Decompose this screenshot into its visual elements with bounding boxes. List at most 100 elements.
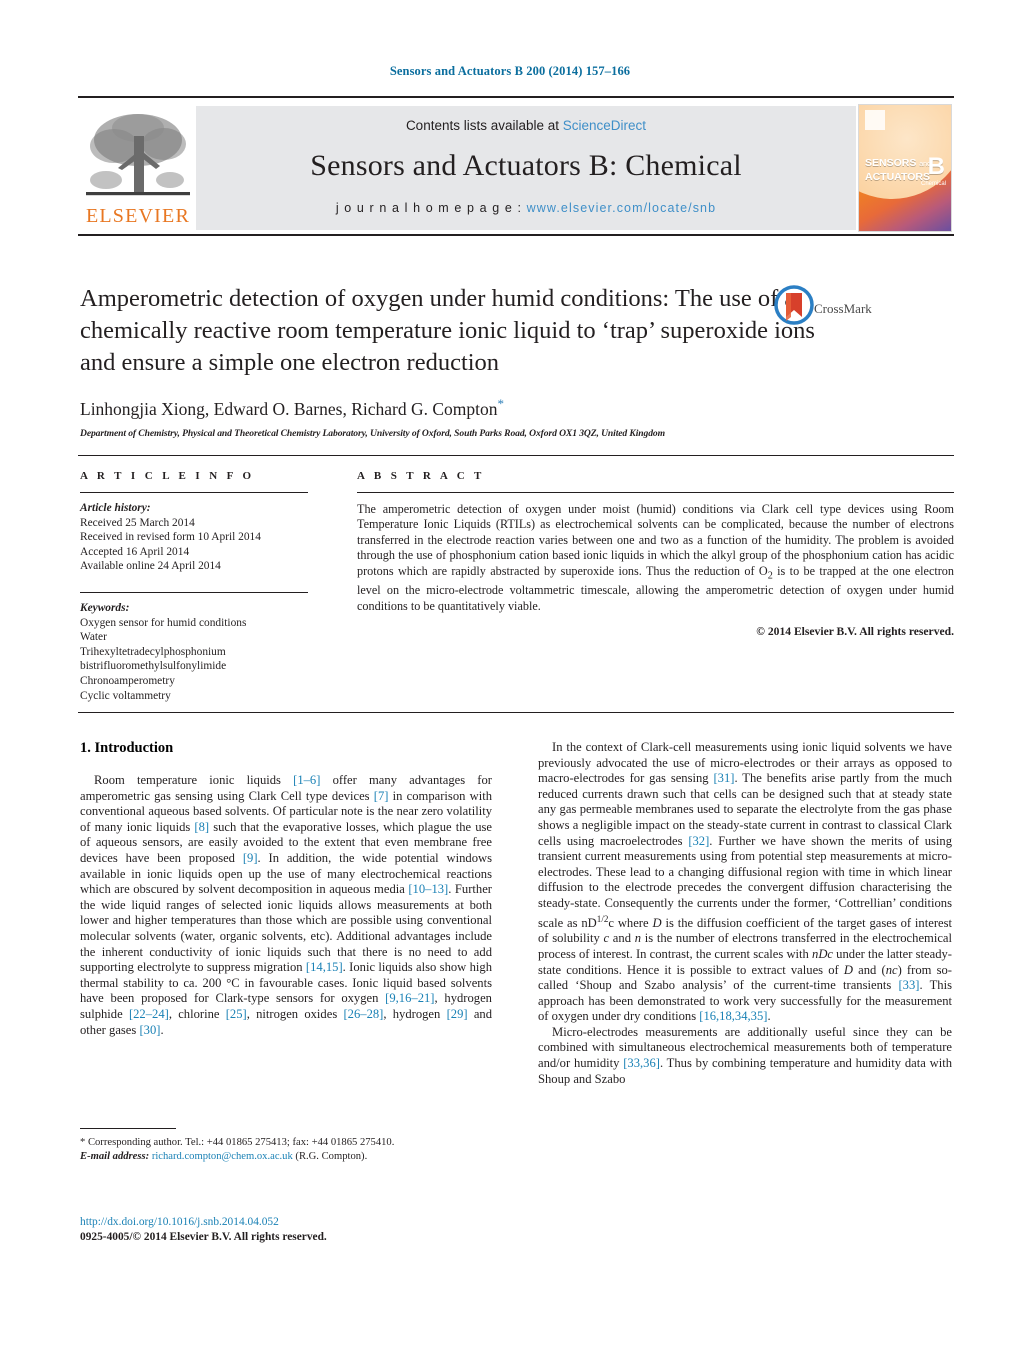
journal-title: Sensors and Actuators B: Chemical — [310, 149, 742, 182]
footnote-text: * Corresponding author. Tel.: +44 01865 … — [80, 1136, 492, 1163]
abstract-heading: A B S T R A C T — [357, 470, 485, 482]
history-item: Available online 24 April 2014 — [80, 560, 221, 573]
text-run: , chlorine — [168, 1006, 226, 1021]
text-run: . — [767, 1009, 771, 1024]
elsevier-tree-icon — [86, 114, 190, 196]
info-top-rule — [78, 455, 954, 456]
abstract-rule — [357, 492, 954, 493]
text-run: c where — [608, 915, 653, 930]
abstract-text: The amperometric detection of oxygen und… — [357, 502, 954, 614]
citation-ref[interactable]: [10–13] — [408, 882, 448, 896]
author-list: Linhongjia Xiong, Edward O. Barnes, Rich… — [80, 396, 870, 420]
elsevier-logo: ELSEVIER — [82, 106, 194, 230]
journal-cover-thumbnail[interactable]: SENSORS and ACTUATORS B Chemical — [858, 104, 952, 232]
history-item: Received in revised form 10 April 2014 — [80, 531, 261, 544]
contents-prefix: Contents lists available at — [405, 118, 563, 133]
article-history-label: Article history: — [80, 502, 151, 514]
email-label: E-mail address: — [80, 1150, 150, 1162]
crossmark-label: CrossMark — [814, 301, 872, 316]
abstract-copyright: © 2014 Elsevier B.V. All rights reserved… — [756, 625, 954, 639]
email-link[interactable]: richard.compton@chem.ox.ac.uk — [152, 1151, 293, 1162]
citation-ref[interactable]: [16,18,34,35] — [699, 1009, 767, 1023]
page-title: Amperometric detection of oxygen under h… — [80, 285, 815, 376]
cover-line1: SENSORS — [865, 157, 917, 169]
citation-ref[interactable]: [9,16–21] — [385, 991, 434, 1005]
article-info-rule — [80, 492, 308, 493]
text-run: and ( — [852, 962, 886, 977]
citation-ref[interactable]: [9] — [243, 851, 258, 865]
exponent: 1/2 — [596, 913, 609, 924]
text-run: . — [160, 1022, 164, 1037]
cover-series-letter: B — [927, 153, 945, 180]
keyword-item: Chronoamperometry — [80, 674, 175, 687]
citation-ref[interactable]: [26–28] — [343, 1007, 383, 1021]
article-history: Article history: Received 25 March 2014 … — [80, 501, 308, 574]
doi-link[interactable]: http://dx.doi.org/10.1016/j.snb.2014.04.… — [80, 1215, 580, 1230]
email-suffix: (R.G. Compton). — [292, 1150, 368, 1162]
keywords-block: Keywords: Oxygen sensor for humid condit… — [80, 601, 308, 703]
paper-page: Sensors and Actuators B 200 (2014) 157–1… — [0, 0, 1020, 1351]
citation-ref[interactable]: [8] — [194, 820, 209, 834]
sciencedirect-link[interactable]: ScienceDirect — [563, 118, 646, 133]
body-right-column: In the context of Clark-cell measurement… — [538, 740, 952, 1087]
article-info-column: A R T I C L E I N F O Article history: R… — [80, 470, 308, 703]
keyword-item: bistrifluoromethylsulfonylimide — [80, 660, 227, 673]
citation-ref[interactable]: [29] — [447, 1007, 468, 1021]
elsevier-wordmark: ELSEVIER — [85, 205, 191, 227]
history-item: Received 25 March 2014 — [80, 516, 195, 529]
citation-ref[interactable]: [14,15] — [306, 960, 343, 974]
citation-ref[interactable]: [7] — [374, 789, 389, 803]
keyword-item: Water — [80, 631, 107, 644]
citation-ref[interactable]: [25] — [226, 1007, 247, 1021]
citation-ref[interactable]: [33,36] — [623, 1056, 660, 1070]
abstract-bottom-rule — [78, 712, 954, 713]
author-names: Linhongjia Xiong, Edward O. Barnes, Rich… — [80, 398, 498, 419]
citation-ref[interactable]: [1–6] — [293, 773, 320, 787]
citation-ref[interactable]: [32] — [688, 834, 709, 848]
citation-ref[interactable]: [31] — [713, 771, 734, 785]
section-heading-introduction: 1. Introduction — [80, 740, 174, 756]
citation-ref[interactable]: [30] — [139, 1023, 160, 1037]
abstract-column: A B S T R A C T The amperometric detecti… — [357, 470, 954, 638]
keyword-item: Oxygen sensor for humid conditions — [80, 616, 247, 629]
paragraph: Micro-electrodes measurements are additi… — [538, 1025, 952, 1087]
cover-elsevier-mark — [865, 110, 885, 130]
journal-homepage-line: j o u r n a l h o m e p a g e : www.else… — [196, 201, 856, 215]
crossmark-icon — [774, 285, 814, 325]
cover-series-subtitle: Chemical — [920, 181, 946, 187]
math-var: nc — [885, 962, 898, 977]
paragraph: In the context of Clark-cell measurement… — [538, 740, 952, 1025]
keyword-item: Cyclic voltammetry — [80, 689, 171, 702]
text-run: , nitrogen oxides — [246, 1006, 344, 1021]
text-run: and — [609, 931, 635, 946]
corresponding-author-marker: * — [497, 396, 505, 411]
math-var: D — [843, 962, 853, 977]
text-run: Room temperature ionic liquids — [94, 773, 294, 787]
journal-band: Contents lists available at ScienceDirec… — [196, 106, 856, 230]
running-head: Sensors and Actuators B 200 (2014) 157–1… — [389, 64, 631, 78]
history-item: Accepted 16 April 2014 — [80, 545, 190, 558]
math-var: nDc — [812, 946, 834, 961]
math-var: D — [652, 915, 662, 930]
journal-masthead: ELSEVIER Contents lists available at Sci… — [78, 96, 954, 236]
article-info-heading: A R T I C L E I N F O — [80, 470, 255, 482]
keywords-rule — [80, 591, 308, 593]
issn-copyright-line: 0925-4005/© 2014 Elsevier B.V. All right… — [80, 1230, 327, 1243]
citation-ref[interactable]: [22–24] — [129, 1007, 169, 1021]
journal-homepage-link[interactable]: www.elsevier.com/locate/snb — [527, 201, 717, 215]
cover-title-text: SENSORS and ACTUATORS — [865, 157, 931, 183]
contents-available-line: Contents lists available at ScienceDirec… — [196, 118, 856, 133]
keywords-label: Keywords: — [80, 601, 130, 614]
body-left-column: 1. Introduction Room temperature ionic l… — [80, 740, 492, 1038]
affiliation: Department of Chemistry, Physical and Th… — [80, 427, 665, 439]
homepage-label: j o u r n a l h o m e p a g e : — [335, 201, 527, 215]
footnote-rule — [80, 1128, 176, 1129]
corresponding-author-footnote: * Corresponding author. Tel.: +44 01865 … — [80, 1128, 492, 1163]
title-block: Amperometric detection of oxygen under h… — [80, 283, 872, 439]
footnote-contact: Corresponding author. Tel.: +44 01865 27… — [85, 1137, 395, 1148]
text-run: , hydrogen — [383, 1006, 447, 1021]
crossmark-badge[interactable]: CrossMark — [774, 285, 872, 339]
keyword-item: Trihexyltetradecylphosphonium — [80, 645, 226, 658]
citation-ref[interactable]: [33] — [898, 978, 919, 992]
footer-identifiers: http://dx.doi.org/10.1016/j.snb.2014.04.… — [80, 1215, 580, 1244]
